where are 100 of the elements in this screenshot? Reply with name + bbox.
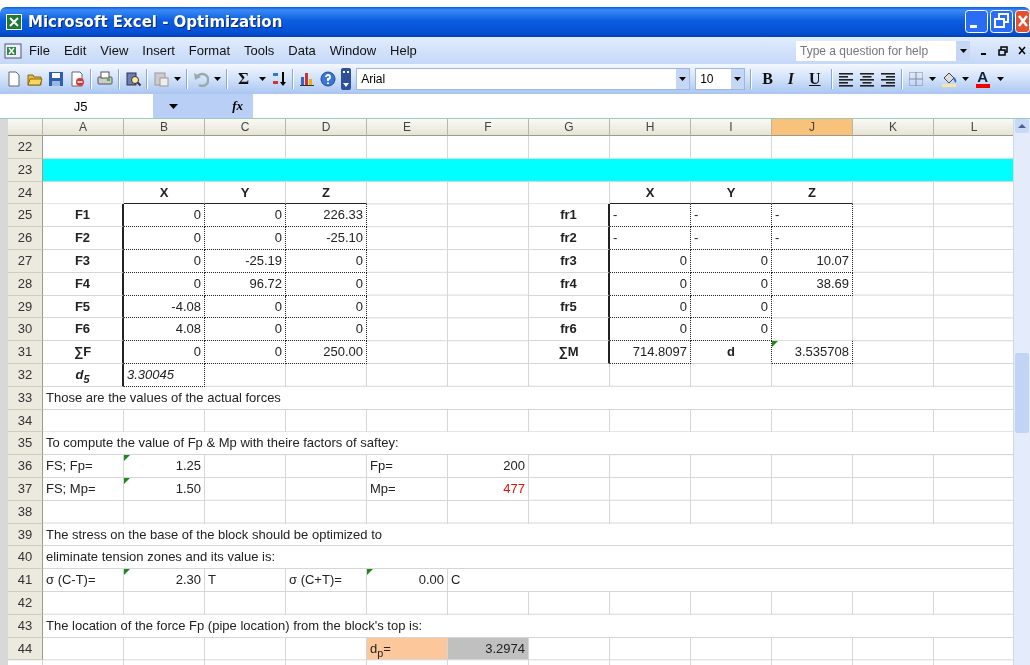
- column-header[interactable]: K: [853, 119, 934, 136]
- row-header[interactable]: 42: [8, 591, 43, 615]
- spreadsheet-cell: -: [772, 227, 853, 250]
- column-header[interactable]: J: [772, 119, 853, 136]
- excel-sheet-icon[interactable]: [4, 41, 22, 60]
- row-header[interactable]: 22: [8, 136, 43, 159]
- caret-icon[interactable]: [214, 77, 221, 81]
- caret-icon[interactable]: [928, 77, 936, 81]
- row-header[interactable]: 27: [8, 250, 43, 273]
- spreadsheet-cell: 0: [205, 318, 286, 342]
- column-header[interactable]: G: [529, 119, 610, 136]
- caret-icon[interactable]: [959, 48, 967, 53]
- row-label: fr1: [529, 204, 610, 228]
- row-header[interactable]: 41: [8, 569, 43, 592]
- column-header[interactable]: F: [448, 119, 529, 136]
- spreadsheet-cell: 0: [124, 204, 205, 228]
- row-label: ∑M: [529, 341, 610, 364]
- permission-icon[interactable]: [69, 71, 85, 87]
- column-header[interactable]: B: [124, 119, 205, 136]
- row-header[interactable]: 33: [8, 386, 43, 410]
- spreadsheet-cell: d$_{p}$=: [367, 637, 448, 661]
- print-icon[interactable]: [97, 71, 113, 87]
- row-header[interactable]: 24: [8, 181, 43, 205]
- menu-item[interactable]: View: [93, 40, 136, 61]
- column-header[interactable]: I: [691, 119, 772, 136]
- row-header[interactable]: 23: [8, 158, 43, 182]
- menu-item[interactable]: Format: [181, 40, 237, 61]
- align-right-icon[interactable]: [879, 71, 896, 87]
- align-center-icon[interactable]: [858, 71, 875, 87]
- bold-button[interactable]: B: [757, 70, 778, 88]
- caret-icon[interactable]: [679, 77, 687, 81]
- column-header[interactable]: A: [43, 119, 124, 136]
- column-header[interactable]: C: [205, 119, 286, 136]
- menu-item[interactable]: File: [22, 40, 57, 61]
- row-header[interactable]: 30: [8, 318, 43, 342]
- menu-item[interactable]: Help: [383, 40, 424, 61]
- spreadsheet-cell: 0: [610, 250, 691, 273]
- help-search-field[interactable]: Type a question for help: [796, 40, 970, 61]
- row-header[interactable]: 37: [8, 477, 43, 501]
- menu-item[interactable]: Edit: [56, 40, 94, 61]
- save-icon[interactable]: [48, 71, 64, 87]
- row-header[interactable]: 29: [8, 295, 43, 319]
- font-name-field[interactable]: Arial: [356, 68, 691, 90]
- sort-ascending-icon[interactable]: [271, 71, 288, 87]
- underline-button[interactable]: U: [804, 70, 826, 88]
- align-left-icon[interactable]: [837, 71, 854, 87]
- toolbar-options-icon[interactable]: [341, 68, 352, 90]
- spreadsheet-cell: 226.33: [286, 204, 367, 228]
- spreadsheet-cell: 0: [205, 341, 286, 364]
- excel-logo-icon: [6, 14, 22, 30]
- row-header[interactable]: 32: [8, 363, 43, 387]
- row-header[interactable]: 38: [8, 500, 43, 524]
- row-header[interactable]: 43: [8, 614, 43, 638]
- row-header[interactable]: 34: [8, 409, 43, 433]
- column-header[interactable]: L: [934, 119, 1014, 136]
- function-label[interactable]: fx: [232, 98, 243, 114]
- chart-icon[interactable]: [299, 71, 316, 87]
- spreadsheet-cell: 0: [610, 272, 691, 296]
- menu-item[interactable]: Window: [322, 40, 384, 61]
- new-document-icon[interactable]: [6, 71, 22, 87]
- row-header[interactable]: 35: [8, 432, 43, 456]
- row-header[interactable]: 36: [8, 455, 43, 478]
- caret-icon[interactable]: [174, 77, 181, 81]
- row-header[interactable]: 26: [8, 227, 43, 250]
- font-size-field[interactable]: 10: [695, 68, 746, 90]
- row-header[interactable]: 44: [8, 637, 43, 661]
- font-color-button[interactable]: A: [973, 70, 992, 88]
- caret-icon[interactable]: [259, 77, 267, 81]
- scrollbar-thumb[interactable]: [1015, 353, 1029, 433]
- help-icon[interactable]: [320, 71, 337, 87]
- close-icon[interactable]: [1018, 45, 1026, 56]
- menu-item[interactable]: Data: [281, 40, 323, 61]
- row-header[interactable]: 39: [8, 523, 43, 547]
- autosum-button[interactable]: Σ: [233, 69, 255, 89]
- caret-icon[interactable]: [169, 103, 178, 109]
- column-header[interactable]: E: [367, 119, 448, 136]
- restore-icon[interactable]: [998, 45, 1008, 56]
- row-header[interactable]: 25: [8, 204, 43, 228]
- row-header[interactable]: 28: [8, 272, 43, 296]
- column-header[interactable]: D: [286, 119, 367, 136]
- column-header[interactable]: H: [610, 119, 691, 136]
- spreadsheet-cell: 0: [124, 272, 205, 296]
- scrollbar[interactable]: [1013, 119, 1030, 665]
- caret-icon[interactable]: [961, 77, 969, 81]
- row-header[interactable]: 31: [8, 341, 43, 364]
- menu-item[interactable]: Tools: [237, 40, 282, 61]
- caret-icon[interactable]: [734, 77, 742, 81]
- row-label: ∑F: [43, 341, 124, 364]
- menu-item[interactable]: Insert: [135, 40, 182, 61]
- fill-color-icon[interactable]: [940, 71, 957, 87]
- name-box[interactable]: J5: [0, 98, 153, 114]
- research-icon[interactable]: [125, 71, 141, 87]
- italic-button[interactable]: I: [782, 70, 800, 88]
- caret-icon[interactable]: [996, 77, 1004, 81]
- select-all-button[interactable]: [8, 119, 43, 136]
- scroll-up-icon[interactable]: [1015, 119, 1029, 133]
- spreadsheet-cell: -: [610, 227, 691, 250]
- row-header[interactable]: 40: [8, 546, 43, 570]
- open-folder-icon[interactable]: [27, 71, 43, 87]
- row-label: fr6: [529, 318, 610, 342]
